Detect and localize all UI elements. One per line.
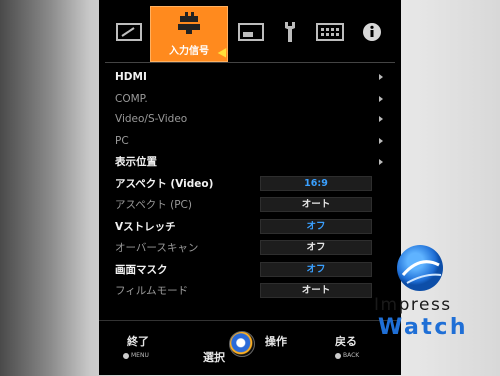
input-connector-icon — [174, 11, 204, 38]
exit-label: 終了 — [127, 335, 149, 348]
menu-button-icon — [123, 352, 129, 359]
menu-item-label: HDMI — [115, 71, 147, 83]
menu-item-display-position[interactable]: 表示位置 — [115, 153, 385, 171]
chevron-right-icon — [379, 138, 383, 144]
menu-item-v-stretch[interactable]: Vストレッチ オフ — [115, 218, 385, 236]
joystick-icon — [229, 331, 255, 357]
chevron-right-icon — [379, 116, 383, 122]
wrench-icon — [282, 21, 298, 47]
menu-item-hdmi[interactable]: HDMI — [115, 68, 385, 86]
menu-item-screen-mask[interactable]: 画面マスク オフ — [115, 261, 385, 279]
tab-input-signal[interactable]: 入力信号 — [150, 6, 228, 62]
menu-item-label: フィルムモード — [115, 285, 189, 297]
menu-item-label: アスペクト (PC) — [115, 199, 192, 211]
tab-picture[interactable] — [115, 6, 143, 62]
tab-info[interactable] — [360, 6, 384, 62]
info-icon — [362, 22, 382, 46]
chevron-right-icon — [379, 96, 383, 102]
tab-setup[interactable] — [279, 6, 301, 62]
menu-item-label: オーバースキャン — [115, 242, 199, 254]
menu-item-label: Vストレッチ — [115, 221, 176, 233]
setting-value[interactable]: オート — [260, 283, 372, 298]
back-key-label: BACK — [343, 352, 360, 359]
setting-value[interactable]: 16:9 — [260, 176, 372, 191]
menu-item-label: Video/S-Video — [115, 113, 188, 125]
back-button-icon — [335, 352, 341, 359]
setting-value[interactable]: オフ — [260, 240, 372, 255]
menu-item-label: PC — [115, 135, 129, 147]
menu-item-label: 表示位置 — [115, 156, 157, 168]
menu-item-label: 画面マスク — [115, 264, 168, 276]
back-key-hint: BACK — [335, 352, 359, 359]
tab-screen[interactable] — [237, 6, 265, 62]
setting-value[interactable]: オフ — [260, 219, 372, 234]
menu-item-film-mode[interactable]: フィルムモード オート — [115, 282, 385, 300]
globe-logo-icon — [397, 245, 443, 291]
back-label: 戻る — [335, 335, 357, 348]
menu-key-hint: MENU — [123, 352, 149, 359]
menu-item-label: COMP. — [115, 93, 148, 105]
keypad-icon — [316, 23, 344, 45]
tab-keypad[interactable] — [314, 6, 346, 62]
menu-item-video-svideo[interactable]: Video/S-Video — [115, 110, 385, 128]
footer-guide: 終了 MENU 選択 操作 戻る BACK — [99, 320, 401, 376]
picture-icon — [116, 22, 142, 46]
menu-key-label: MENU — [131, 352, 149, 359]
watermark-line1: Impress — [374, 295, 452, 315]
watermark-line2: Watch — [378, 315, 469, 340]
screen-icon — [238, 22, 264, 46]
osd-menu: 入力信号 HDMI COMP. Video/S-Video PC 表示位置 アス… — [99, 0, 401, 375]
tab-divider — [105, 62, 395, 63]
chevron-right-icon — [379, 159, 383, 165]
impress-watch-watermark: Impress Watch — [370, 245, 480, 345]
menu-item-comp[interactable]: COMP. — [115, 90, 385, 108]
tab-input-signal-label: 入力信号 — [169, 45, 209, 57]
tab-bar: 入力信号 — [99, 6, 401, 62]
menu-item-pc[interactable]: PC — [115, 132, 385, 150]
select-label: 選択 — [203, 351, 225, 364]
menu-item-aspect-video[interactable]: アスペクト (Video) 16:9 — [115, 175, 385, 193]
menu-item-aspect-pc[interactable]: アスペクト (PC) オート — [115, 196, 385, 214]
setting-value[interactable]: オート — [260, 197, 372, 212]
menu-item-overscan[interactable]: オーバースキャン オフ — [115, 239, 385, 257]
setting-value[interactable]: オフ — [260, 262, 372, 277]
chevron-right-icon — [379, 74, 383, 80]
menu-item-label: アスペクト (Video) — [115, 178, 214, 190]
operate-label: 操作 — [265, 335, 287, 348]
